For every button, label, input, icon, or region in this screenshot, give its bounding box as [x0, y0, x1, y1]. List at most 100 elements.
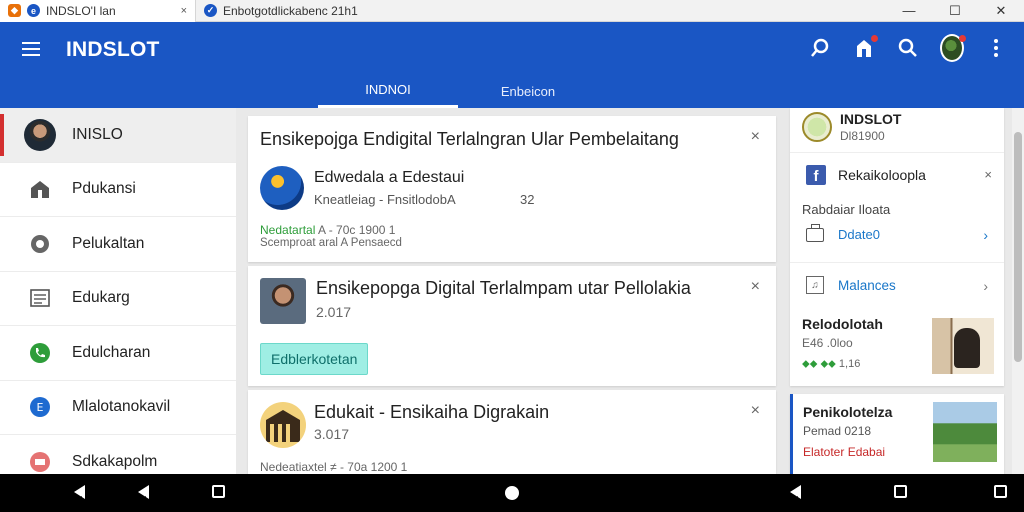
browser-tab-2[interactable]: ✓ Enbotgotdlickabenc 21h1 — [196, 0, 456, 22]
recents-button[interactable] — [994, 485, 1007, 498]
close-icon[interactable]: × — [984, 167, 992, 182]
card-author[interactable]: Edwedala a Edestaui — [314, 169, 464, 187]
meta-green: Nedatartal — [260, 223, 316, 237]
notifications-icon[interactable] — [852, 35, 878, 60]
close-tab-icon[interactable]: × — [181, 5, 187, 17]
close-icon[interactable]: × — [751, 278, 760, 296]
related-meta: ⬥⬥ ⬥⬥ 1,16 — [802, 358, 860, 371]
news-thumbnail — [933, 402, 997, 462]
window-controls: — ☐ ✕ — [886, 0, 1024, 22]
tab-favicon: ✓ — [204, 4, 217, 17]
sidebar-item-label: INISLO — [72, 125, 123, 143]
news-card[interactable]: Penikolotelza Pemad 0218 Elatoter Edabai — [790, 394, 1004, 474]
profile-title: INDSLOT — [840, 111, 902, 127]
globe-logo — [260, 166, 304, 210]
sidebar-item-profile[interactable]: INISLO — [0, 108, 236, 163]
maximize-button[interactable]: ☐ — [932, 0, 978, 22]
card-title: Edukait - Ensikaiha Digrakain — [314, 402, 550, 422]
sidebar-item-edulcharan[interactable]: Edulcharan — [0, 326, 236, 381]
tab-enbeicon[interactable]: Enbeicon — [458, 74, 598, 108]
scrollbar-thumb[interactable] — [1014, 132, 1022, 362]
search-icon[interactable] — [896, 36, 920, 60]
sidebar-item-label: Mlalotanokavil — [72, 398, 171, 416]
settings-icon — [28, 232, 52, 256]
card-title: Ensikepojga Endigital Terlalngran Ular P… — [260, 129, 679, 149]
right-panel: INDSLOT Dl81900 f Rekaikoloopla × Rabdai… — [790, 108, 1012, 474]
related-meta-icons: ⬥⬥ ⬥⬥ — [802, 358, 836, 370]
action-chip[interactable]: Edblerkotetan — [260, 343, 369, 375]
minimize-button[interactable]: — — [886, 0, 932, 22]
scrollbar[interactable] — [1012, 108, 1024, 474]
feed-card[interactable]: Edukait - Ensikaiha Digrakain × 3.017 Ne… — [248, 390, 776, 474]
avatar-badge — [959, 35, 966, 42]
profile-card: INDSLOT Dl81900 f Rekaikoloopla × Rabdai… — [790, 108, 1004, 386]
sidebar-item-label: Edulcharan — [72, 343, 151, 361]
news-title: Penikolotelza — [803, 404, 893, 420]
news-alert-text: Elatoter Edabai — [803, 445, 886, 459]
close-window-button[interactable]: ✕ — [978, 0, 1024, 22]
profile-subtitle: Dl81900 — [840, 129, 885, 143]
news-subtitle: Pemad 0218 — [803, 424, 872, 438]
sidebar-item-sdkakapolm[interactable]: Sdkakapolm — [0, 435, 236, 474]
sidebar-item-pelukaltan[interactable]: Pelukaltan — [0, 217, 236, 272]
related-title[interactable]: Relodolotah — [802, 316, 883, 332]
card-subtitle: Kneatleiag - FnsitlodobA — [314, 192, 456, 207]
profile-avatar[interactable] — [940, 34, 966, 62]
browser-tab-1[interactable]: ◆ e INDSLO'I lan × — [0, 0, 196, 22]
facebook-row[interactable]: f Rekaikoloopla × — [790, 152, 1004, 198]
chevron-right-icon[interactable]: › — [983, 278, 988, 294]
feed-card[interactable]: Ensikepopga Digital Terlalmpam utar Pell… — [248, 266, 776, 386]
explore-icon[interactable] — [808, 36, 832, 60]
meta-text: A - 70c 1900 1 — [318, 223, 396, 237]
sidebar-item-label: Pelukaltan — [72, 234, 145, 252]
recents-button[interactable] — [212, 485, 225, 498]
app-bar: INDSLOT INDNOI Enbeicon — [0, 22, 1024, 108]
close-icon[interactable]: × — [751, 128, 760, 146]
facebook-icon: f — [806, 165, 826, 185]
sidebar-item-label: Pdukansi — [72, 180, 136, 198]
home-button[interactable] — [505, 486, 519, 500]
malances-link[interactable]: Malances — [838, 278, 896, 293]
related-subtitle: E46 .0loo — [802, 336, 853, 350]
card-title: Ensikepopga Digital Terlalmpam utar Pell… — [316, 278, 691, 298]
info-icon: E — [28, 395, 52, 419]
menu-icon[interactable] — [22, 42, 40, 56]
card-subtitle: 3.017 — [314, 426, 350, 442]
music-note-icon: ♫ — [806, 276, 824, 294]
tab-indnoi[interactable]: INDNOI — [318, 74, 458, 108]
notification-badge — [871, 35, 878, 42]
svg-text:E: E — [37, 401, 44, 414]
related-thumbnail[interactable] — [932, 318, 994, 374]
tab-title: Enbotgotdlickabenc 21h1 — [223, 3, 358, 18]
feed-card[interactable]: Ensikepojga Endigital Terlalngran Ular P… — [248, 116, 776, 262]
recents-button[interactable] — [894, 485, 907, 498]
card-subtitle: 2.017 — [316, 304, 352, 320]
browser-tabstrip: ◆ e INDSLO'I lan × ✓ Enbotgotdlickabenc … — [0, 0, 1024, 22]
chrome-icon: e — [27, 4, 40, 17]
briefcase-icon — [806, 224, 824, 242]
card-thumbnail — [260, 402, 306, 448]
system-nav-bar — [0, 474, 1024, 512]
back-button[interactable] — [138, 485, 149, 504]
sidebar-item-edukarg[interactable]: Edukarg — [0, 272, 236, 326]
card-meta: Nedeatiaxtel ≠ - 70a 1200 1 — [260, 460, 408, 474]
related-meta-text: 1,16 — [838, 358, 861, 370]
app-tabs: INDNOI Enbeicon — [318, 74, 598, 108]
chevron-right-icon[interactable]: › — [983, 227, 988, 243]
sidebar-item-mlalotanokavil[interactable]: E Mlalotanokavil — [0, 381, 236, 435]
feed: Ensikepojga Endigital Terlalngran Ular P… — [248, 116, 776, 474]
app-title: INDSLOT — [66, 38, 160, 61]
card-thumbnail — [260, 278, 306, 324]
card-count: 32 — [520, 192, 535, 207]
back-button[interactable] — [790, 485, 801, 504]
sidebar-item-pdukansi[interactable]: Pdukansi — [0, 163, 236, 217]
facebook-row-label: Rekaikoloopla — [838, 167, 926, 183]
card-meta: Nedatartal A - 70c 1900 1 — [260, 223, 395, 237]
update-link[interactable]: Ddate0 — [838, 227, 880, 242]
back-button[interactable] — [74, 485, 85, 504]
more-options-icon[interactable] — [984, 36, 1008, 60]
close-icon[interactable]: × — [751, 402, 760, 420]
calendar-icon — [28, 450, 52, 474]
document-icon — [28, 286, 52, 310]
card-meta-secondary: Scemproat aral A Pensaecd — [260, 237, 402, 249]
